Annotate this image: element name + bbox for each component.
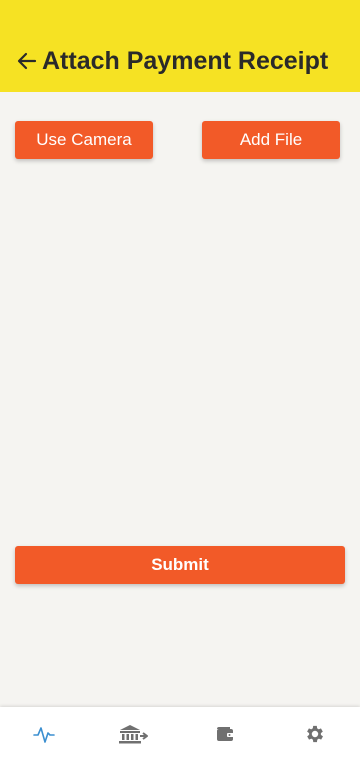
wallet-icon	[217, 726, 234, 741]
activity-icon	[33, 726, 55, 743]
bank-transfer-icon	[119, 724, 148, 743]
app-screen: Attach Payment Receipt Use Camera Add Fi…	[0, 0, 360, 760]
gear-icon	[307, 725, 323, 742]
attachment-preview-area	[15, 170, 345, 530]
bottom-navigation	[0, 707, 360, 760]
page-title: Attach Payment Receipt	[42, 47, 329, 75]
use-camera-button[interactable]: Use Camera	[15, 121, 153, 159]
nav-item-wallet[interactable]	[195, 707, 255, 760]
nav-item-settings[interactable]	[285, 707, 345, 760]
nav-item-bank-transfer[interactable]	[104, 707, 164, 760]
add-file-button[interactable]: Add File	[202, 121, 340, 159]
submit-button[interactable]: Submit	[15, 546, 345, 584]
app-header: Attach Payment Receipt	[0, 0, 360, 92]
arrow-left-icon	[17, 52, 37, 70]
back-button[interactable]	[16, 50, 38, 72]
nav-item-activity[interactable]	[14, 707, 74, 760]
